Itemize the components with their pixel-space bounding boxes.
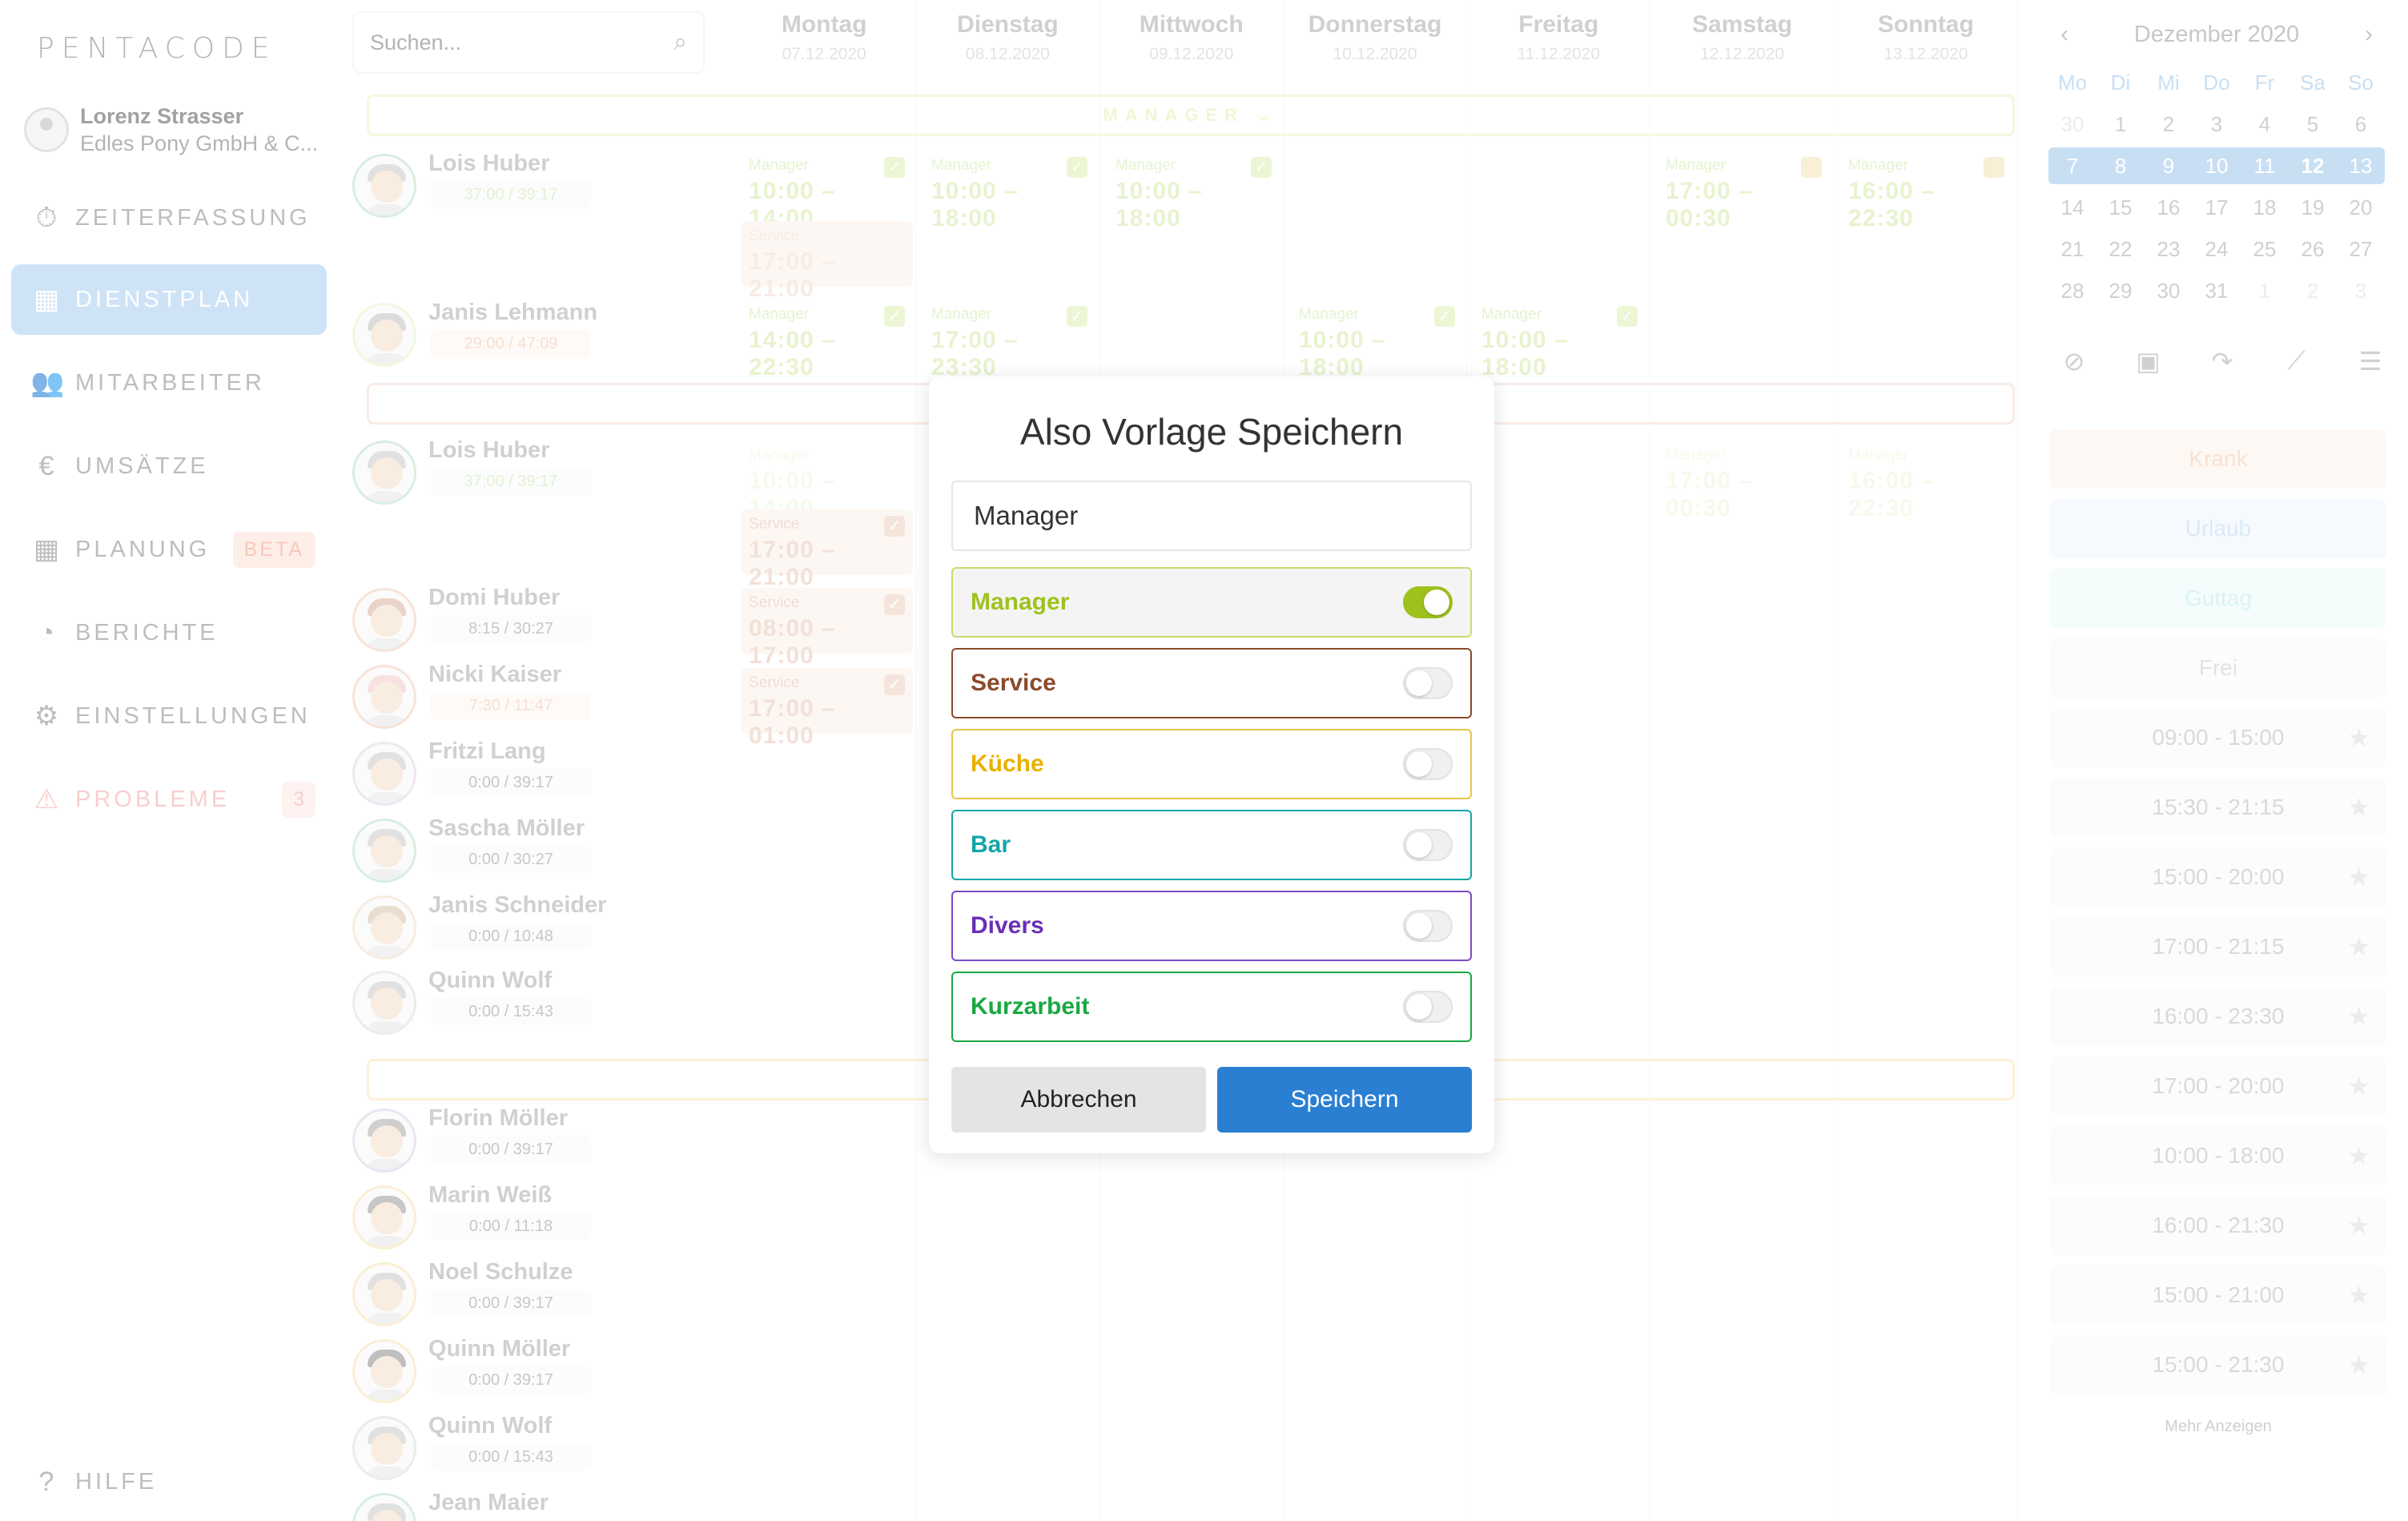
- save-button[interactable]: Speichern: [1217, 1067, 1472, 1133]
- category-label: Divers: [971, 912, 1044, 939]
- category-kurzarbeit[interactable]: Kurzarbeit: [951, 972, 1472, 1042]
- save-template-dialog: Also Vorlage Speichern Manager Service K…: [929, 376, 1494, 1153]
- cancel-button[interactable]: Abbrechen: [951, 1067, 1206, 1133]
- category-divers[interactable]: Divers: [951, 891, 1472, 961]
- category-toggle[interactable]: [1403, 667, 1453, 699]
- category-toggle[interactable]: [1403, 829, 1453, 861]
- category-label: Küche: [971, 750, 1044, 777]
- template-name-input[interactable]: [951, 481, 1472, 551]
- category-toggle[interactable]: [1403, 991, 1453, 1023]
- category-toggle[interactable]: [1403, 586, 1453, 618]
- app-root: PENTACODE Lorenz Strasser Edles Pony Gmb…: [0, 0, 2408, 1521]
- dialog-title: Also Vorlage Speichern: [1019, 411, 1404, 453]
- category-kueche[interactable]: Küche: [951, 729, 1472, 799]
- category-label: Kurzarbeit: [971, 993, 1090, 1020]
- category-label: Bar: [971, 831, 1011, 858]
- category-service[interactable]: Service: [951, 648, 1472, 718]
- category-toggle[interactable]: [1403, 748, 1453, 780]
- category-manager[interactable]: Manager: [951, 567, 1472, 638]
- category-toggle[interactable]: [1403, 910, 1453, 942]
- category-label: Service: [971, 670, 1056, 696]
- category-label: Manager: [971, 589, 1070, 615]
- category-bar[interactable]: Bar: [951, 810, 1472, 880]
